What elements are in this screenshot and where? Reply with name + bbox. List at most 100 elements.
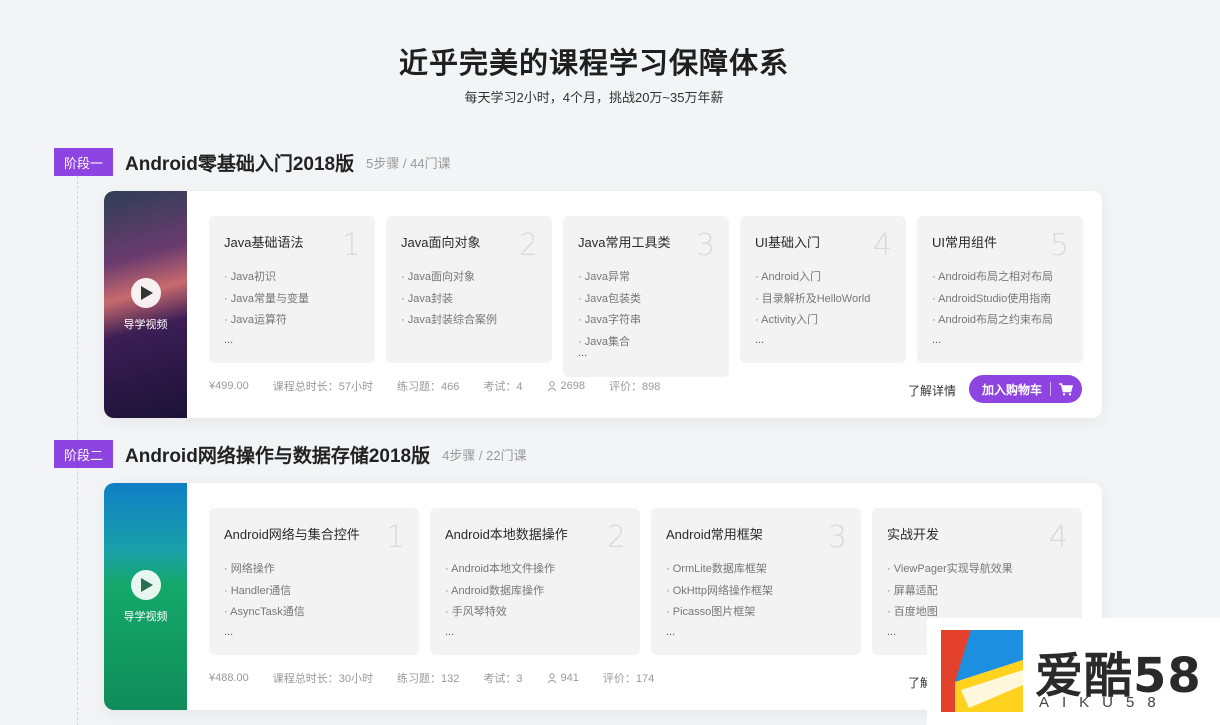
- step-item: Java封装: [401, 289, 537, 311]
- step-number: 3: [827, 520, 847, 555]
- step-item: Java字符串: [578, 310, 714, 332]
- step-item: Activity入门: [755, 310, 891, 332]
- stage-meta: 5步骤 / 44门课: [366, 155, 451, 171]
- step-title: 实战开发: [887, 527, 940, 542]
- step-number: 2: [518, 228, 538, 263]
- course-stats: ¥488.00 课程总时长：30小时 练习题：132 考试：3 941 评价：1…: [209, 670, 678, 686]
- cover-label: 导学视频: [123, 610, 168, 623]
- cart-button-label: 加入购物车: [982, 382, 1043, 397]
- step-title: UI基础入门: [755, 235, 821, 250]
- step-item: OrmLite数据库框架: [666, 559, 846, 581]
- step-more: ...: [445, 625, 455, 638]
- step-title: Java基础语法: [224, 235, 304, 250]
- step-number: 4: [1048, 520, 1068, 555]
- play-icon[interactable]: [130, 277, 161, 308]
- watermark-subtitle: AIKU58: [1039, 694, 1169, 711]
- step-item: Android布局之约束布局: [932, 310, 1068, 332]
- step-title: Java面向对象: [401, 235, 481, 250]
- aiku58-logo: [941, 630, 1023, 712]
- step-number: 1: [385, 520, 405, 555]
- steps-list: Java基础语法 1 Java初识 Java常量与变量 Java运算符 ... …: [209, 216, 1083, 377]
- step-item: 手风琴特效: [445, 602, 625, 624]
- student-count-value: 941: [560, 672, 579, 684]
- exercise-count: 练习题：466: [397, 381, 460, 393]
- step-card[interactable]: Java基础语法 1 Java初识 Java常量与变量 Java运算符 ...: [209, 216, 375, 363]
- cart-icon: [1059, 382, 1074, 395]
- step-more: ...: [755, 333, 765, 346]
- step-number: 1: [341, 228, 361, 263]
- step-title: Android常用框架: [666, 527, 763, 542]
- stage-meta: 4步骤 / 22门课: [442, 447, 527, 463]
- detail-link[interactable]: 了解详情: [908, 382, 956, 399]
- stage-header-1: 阶段一 Android零基础入门2018版 5步骤 / 44门课: [54, 148, 451, 176]
- step-number: 5: [1049, 228, 1069, 263]
- user-icon: [547, 673, 556, 683]
- step-card[interactable]: UI基础入门 4 Android入门 目录解析及HelloWorld Activ…: [740, 216, 906, 363]
- step-item: Picasso图片框架: [666, 602, 846, 624]
- step-card[interactable]: UI常用组件 5 Android布局之相对布局 AndroidStudio使用指…: [917, 216, 1083, 363]
- step-card[interactable]: Android常用框架 3 OrmLite数据库框架 OkHttp网络操作框架 …: [651, 508, 861, 655]
- step-item: 屏幕适配: [887, 581, 1067, 603]
- step-item: AndroidStudio使用指南: [932, 289, 1068, 311]
- step-more: ...: [666, 625, 676, 638]
- total-duration: 课程总时长：57小时: [272, 381, 374, 393]
- total-duration: 课程总时长：30小时: [272, 673, 374, 685]
- page-title: 近乎完美的课程学习保障体系: [398, 48, 789, 80]
- stage-tag: 阶段二: [54, 440, 113, 468]
- exam-count: 考试：3: [483, 673, 523, 685]
- step-title: Android网络与集合控件: [224, 527, 360, 542]
- step-card[interactable]: Android网络与集合控件 1 网络操作 Handler通信 AsyncTas…: [209, 508, 419, 655]
- exercise-count: 练习题：132: [397, 673, 460, 685]
- step-item: ViewPager实现导航效果: [887, 559, 1067, 581]
- step-item: Android布局之相对布局: [932, 267, 1068, 289]
- step-item: Java常量与变量: [224, 289, 360, 311]
- step-card[interactable]: Java常用工具类 3 Java异常 Java包装类 Java字符串 Java集…: [563, 216, 729, 377]
- play-icon[interactable]: [130, 569, 161, 600]
- step-more: ...: [932, 333, 942, 346]
- step-item: Java包装类: [578, 289, 714, 311]
- rating-count: 评价：898: [608, 381, 661, 393]
- step-item: OkHttp网络操作框架: [666, 581, 846, 603]
- step-card[interactable]: Android本地数据操作 2 Android本地文件操作 Android数据库…: [430, 508, 640, 655]
- step-title: Java常用工具类: [578, 235, 671, 250]
- step-item: Android入门: [755, 267, 891, 289]
- step-item: AsyncTask通信: [224, 602, 404, 624]
- stage-title[interactable]: Android网络操作与数据存储2018版: [125, 441, 430, 468]
- stage-title[interactable]: Android零基础入门2018版: [125, 149, 354, 176]
- step-item: 网络操作: [224, 559, 404, 581]
- step-title: Android本地数据操作: [445, 527, 568, 542]
- guide-video-cover[interactable]: 导学视频: [104, 483, 187, 710]
- exam-count: 考试：4: [483, 381, 523, 393]
- add-to-cart-button[interactable]: 加入购物车: [969, 375, 1082, 403]
- price: ¥499.00: [209, 380, 249, 392]
- step-item: Handler通信: [224, 581, 404, 603]
- step-item: Android本地文件操作: [445, 559, 625, 581]
- cover-label: 导学视频: [123, 318, 168, 331]
- step-number: 2: [606, 520, 626, 555]
- rating-count: 评价：174: [602, 673, 655, 685]
- stage-header-2: 阶段二 Android网络操作与数据存储2018版 4步骤 / 22门课: [54, 440, 527, 468]
- step-item: 目录解析及HelloWorld: [755, 289, 891, 311]
- course-card-1: 导学视频 Java基础语法 1 Java初识 Java常量与变量 Java运算符…: [104, 191, 1102, 418]
- divider: [1050, 382, 1052, 396]
- watermark: 爱酷58 AIKU58: [927, 618, 1220, 725]
- step-item: Java初识: [224, 267, 360, 289]
- step-more: ...: [224, 333, 234, 346]
- student-count-value: 2698: [560, 380, 585, 392]
- stage-tag: 阶段一: [54, 148, 113, 176]
- step-number: 3: [695, 228, 715, 263]
- step-title: UI常用组件: [932, 235, 998, 250]
- step-item: Java面向对象: [401, 267, 537, 289]
- step-more: ...: [224, 625, 234, 638]
- price: ¥488.00: [209, 672, 249, 684]
- student-count: 2698: [547, 380, 585, 392]
- step-number: 4: [872, 228, 892, 263]
- course-stats: ¥499.00 课程总时长：57小时 练习题：466 考试：4 2698 评价：…: [209, 378, 684, 394]
- student-count: 941: [547, 672, 579, 684]
- guide-video-cover[interactable]: 导学视频: [104, 191, 187, 418]
- step-item: Java运算符: [224, 310, 360, 332]
- user-icon: [547, 381, 556, 391]
- step-card[interactable]: Java面向对象 2 Java面向对象 Java封装 Java封装综合案例: [386, 216, 552, 363]
- step-item: Java封装综合案例: [401, 310, 537, 332]
- page-subtitle: 每天学习2小时，4个月，挑战20万~35万年薪: [464, 90, 724, 105]
